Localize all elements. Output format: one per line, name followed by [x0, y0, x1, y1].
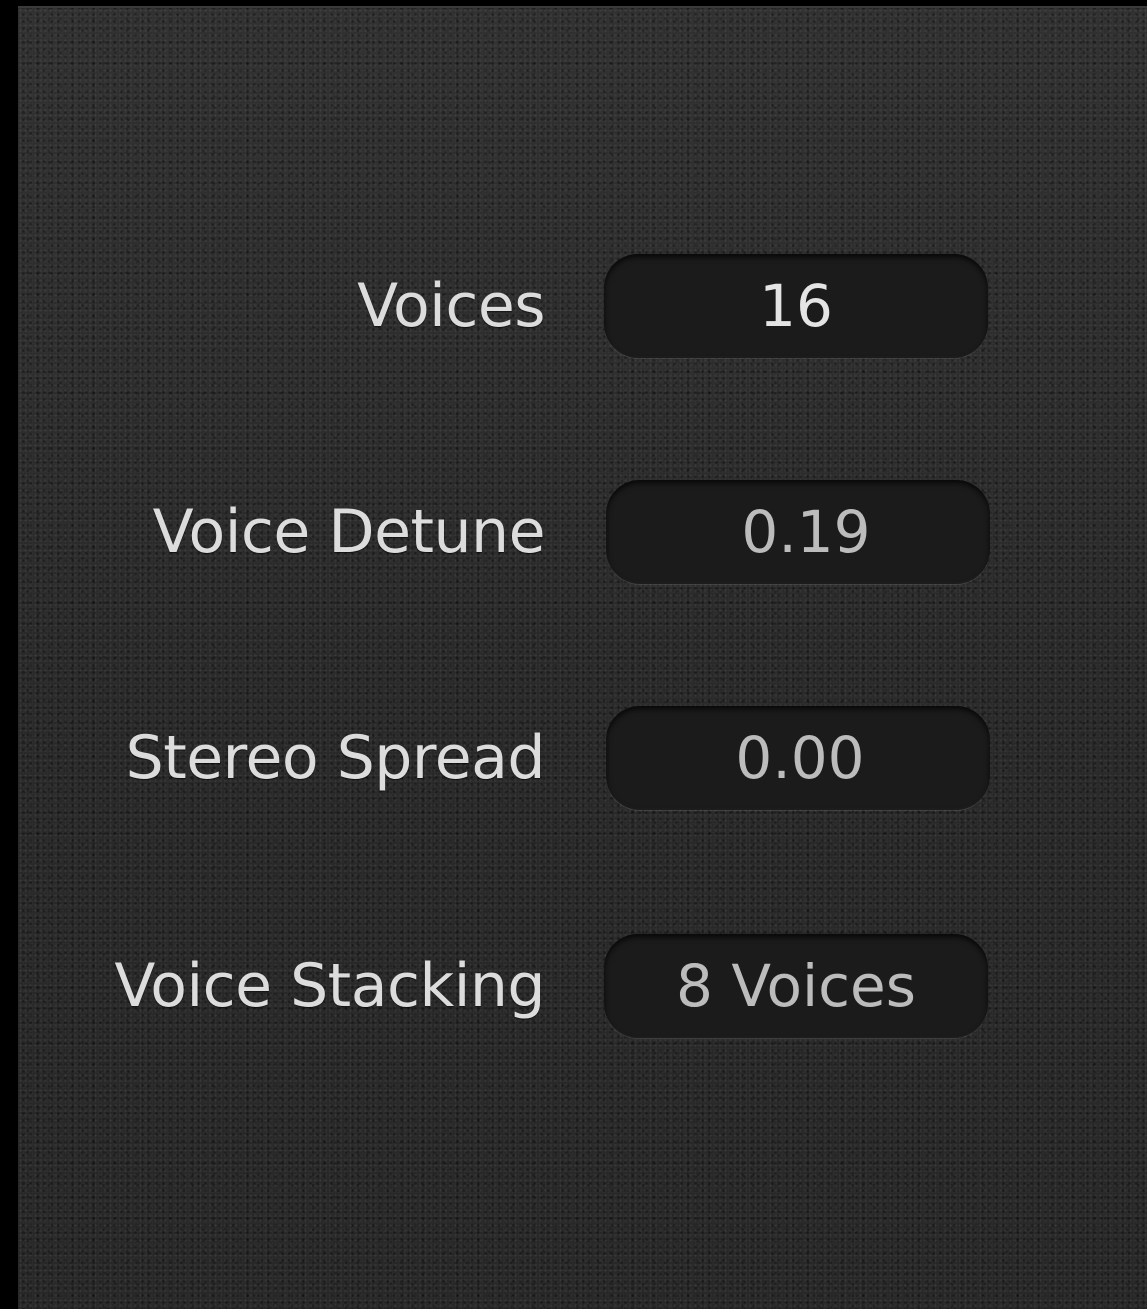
synth-voice-settings-panel: Voices 16 Voice Detune 0.19 Stereo Sprea… [18, 6, 1147, 1309]
param-row-stereo-spread: Stereo Spread 0.00 [18, 706, 1147, 810]
voice-detune-value-field[interactable]: 0.19 [606, 480, 990, 584]
voice-stacking-value: 8 Voices [676, 952, 916, 1020]
stereo-spread-value: 0.00 [735, 724, 865, 792]
stereo-spread-label: Stereo Spread [125, 723, 546, 793]
voice-stacking-label: Voice Stacking [114, 951, 545, 1021]
param-row-voice-stacking: Voice Stacking 8 Voices [18, 934, 1147, 1038]
voice-stacking-value-field[interactable]: 8 Voices [604, 934, 988, 1038]
voice-detune-value: 0.19 [741, 498, 871, 566]
param-row-voices: Voices 16 [18, 254, 1147, 358]
voice-detune-label: Voice Detune [152, 497, 546, 567]
voices-label: Voices [357, 271, 545, 341]
param-row-voice-detune: Voice Detune 0.19 [18, 480, 1147, 584]
voices-value: 16 [759, 272, 833, 340]
voices-value-field[interactable]: 16 [604, 254, 988, 358]
stereo-spread-value-field[interactable]: 0.00 [606, 706, 990, 810]
